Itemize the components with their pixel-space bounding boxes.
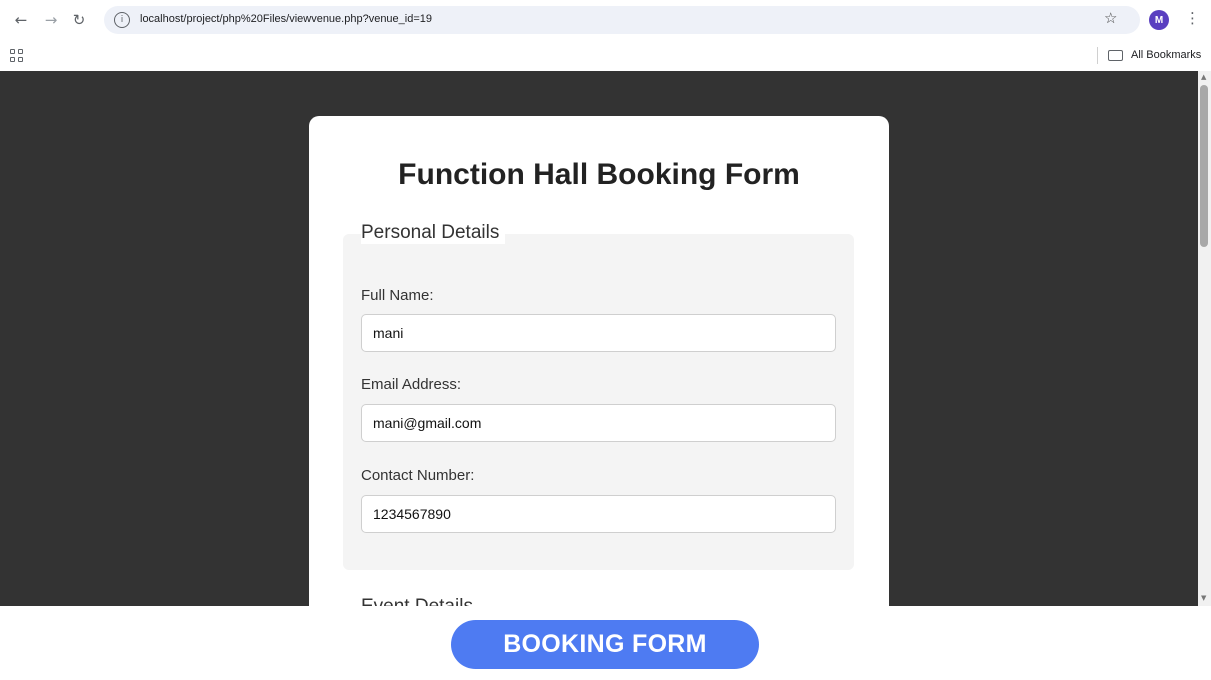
contact-input[interactable]: 1234567890: [361, 495, 836, 533]
email-input[interactable]: mani@gmail.com: [361, 404, 836, 442]
url-text[interactable]: localhost/project/php%20Files/viewvenue.…: [140, 13, 432, 25]
address-bar[interactable]: i localhost/project/php%20Files/viewvenu…: [104, 6, 1140, 34]
all-bookmarks-link[interactable]: All Bookmarks: [1131, 49, 1201, 61]
scrollbar-thumb[interactable]: [1200, 85, 1208, 247]
page-scrollbar[interactable]: ▲ ▼: [1198, 71, 1211, 606]
contact-label: Contact Number:: [361, 467, 475, 484]
scroll-down-arrow-icon[interactable]: ▼: [1201, 594, 1206, 602]
menu-dots-icon[interactable]: ⋮: [1185, 9, 1200, 27]
forward-arrow-icon[interactable]: →: [40, 9, 62, 31]
back-arrow-icon[interactable]: ←: [10, 9, 32, 31]
form-title: Function Hall Booking Form: [398, 158, 800, 191]
page-viewport: Function Hall Booking Form Personal Deta…: [0, 71, 1198, 606]
full-name-input[interactable]: mani: [361, 314, 836, 352]
browser-toolbar: ← → ↻ i localhost/project/php%20Files/vi…: [0, 0, 1211, 40]
scroll-up-arrow-icon[interactable]: ▲: [1201, 73, 1206, 81]
booking-form-card: Function Hall Booking Form Personal Deta…: [309, 116, 889, 606]
booking-form-caption: BOOKING FORM: [451, 620, 759, 669]
event-details-legend: Event Details: [361, 596, 473, 606]
bookmarks-divider: [1097, 47, 1098, 64]
bookmarks-bar: All Bookmarks: [0, 40, 1211, 71]
star-icon[interactable]: ☆: [1104, 9, 1117, 27]
profile-avatar[interactable]: M: [1149, 10, 1169, 30]
reload-icon[interactable]: ↻: [68, 9, 90, 31]
site-info-icon[interactable]: i: [114, 12, 130, 28]
personal-details-legend: Personal Details: [361, 222, 506, 244]
full-name-label: Full Name:: [361, 287, 434, 304]
folder-icon[interactable]: [1108, 50, 1123, 61]
apps-grid-icon[interactable]: [10, 49, 24, 63]
email-label: Email Address:: [361, 376, 462, 393]
